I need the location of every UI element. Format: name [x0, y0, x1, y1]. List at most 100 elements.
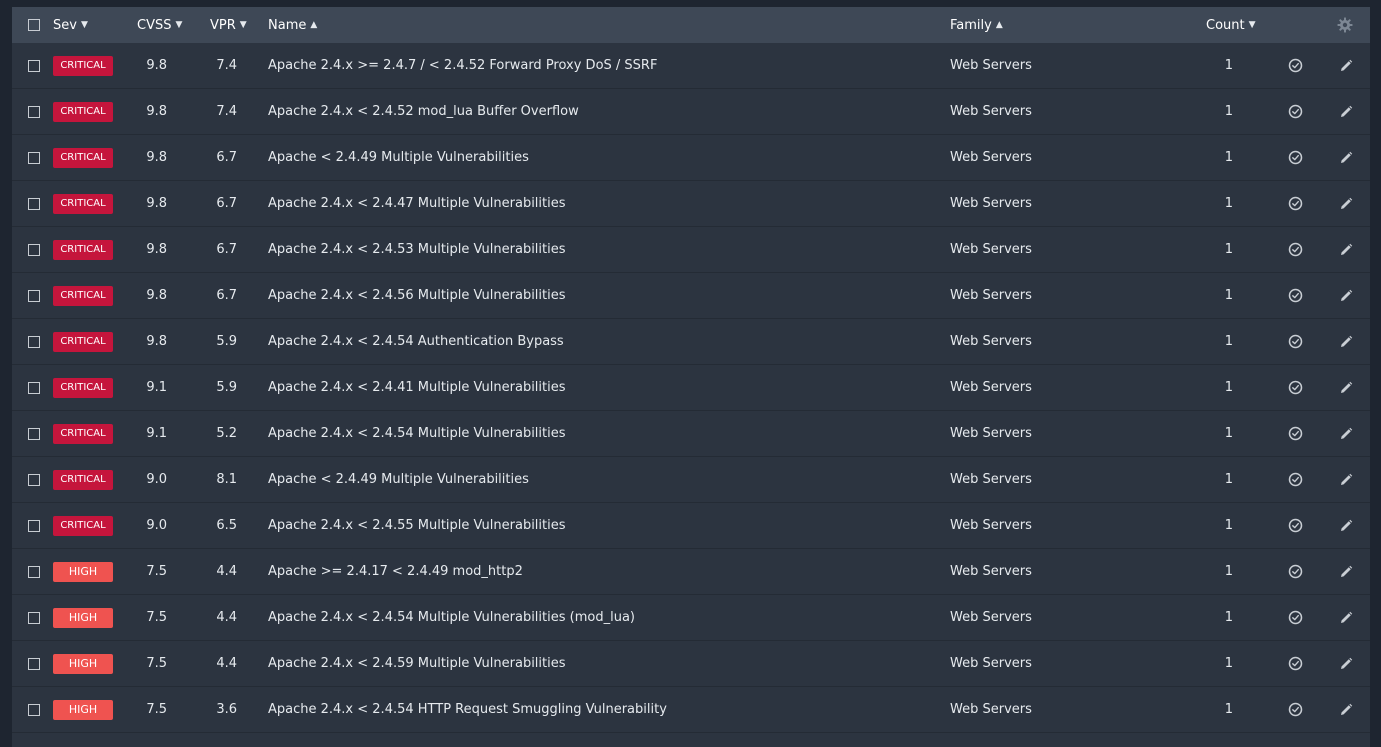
severity-badge: CRITICAL — [53, 285, 113, 306]
table-row[interactable]: HIGH 7.5 3.6 Apache 2.4.x < 2.4.54 HTTP … — [12, 687, 1370, 733]
table-row[interactable]: HIGH 7.5 4.4 Apache 2.4.x < 2.4.59 Multi… — [12, 641, 1370, 687]
row-checkbox-cell[interactable] — [28, 365, 44, 410]
row-checkbox-cell[interactable] — [28, 319, 44, 364]
table-row[interactable]: CRITICAL 9.8 5.9 Apache 2.4.x < 2.4.54 A… — [12, 319, 1370, 365]
pencil-icon[interactable] — [1336, 227, 1356, 272]
pencil-icon[interactable] — [1336, 365, 1356, 410]
instance-count: 1 — [1224, 518, 1233, 533]
table-row[interactable]: CRITICAL 9.8 6.7 Apache 2.4.x < 2.4.47 M… — [12, 181, 1370, 227]
table-row[interactable]: CRITICAL 9.8 6.7 Apache 2.4.x < 2.4.56 M… — [12, 273, 1370, 319]
row-checkbox[interactable] — [28, 59, 40, 72]
gear-icon[interactable] — [1335, 7, 1355, 43]
row-checkbox[interactable] — [28, 565, 40, 578]
plugin-family: Web Servers — [950, 656, 1032, 671]
column-header-vpr-label: VPR — [210, 17, 236, 33]
table-row[interactable]: CRITICAL 9.1 5.2 Apache 2.4.x < 2.4.54 M… — [12, 411, 1370, 457]
table-row[interactable]: HIGH 7.5 4.4 Apache >= 2.4.17 < 2.4.49 m… — [12, 549, 1370, 595]
instance-count: 1 — [1224, 564, 1233, 579]
snooze-clock-icon[interactable] — [1285, 365, 1305, 410]
row-checkbox-cell[interactable] — [28, 549, 44, 594]
row-checkbox[interactable] — [28, 519, 40, 532]
snooze-clock-icon[interactable] — [1285, 319, 1305, 364]
row-checkbox[interactable] — [28, 473, 40, 486]
row-checkbox[interactable] — [28, 197, 40, 210]
column-header-cvss-label: CVSS — [137, 17, 172, 33]
snooze-clock-icon[interactable] — [1285, 43, 1305, 88]
pencil-icon[interactable] — [1336, 457, 1356, 502]
row-checkbox[interactable] — [28, 703, 40, 716]
instance-count: 1 — [1224, 104, 1233, 119]
table-row[interactable]: CRITICAL 9.0 8.1 Apache < 2.4.49 Multipl… — [12, 457, 1370, 503]
table-row[interactable]: CRITICAL 9.1 5.9 Apache 2.4.x < 2.4.41 M… — [12, 365, 1370, 411]
pencil-icon[interactable] — [1336, 503, 1356, 548]
row-checkbox-cell[interactable] — [28, 273, 44, 318]
snooze-clock-icon[interactable] — [1285, 273, 1305, 318]
vpr-score: 3.6 — [216, 702, 237, 717]
snooze-clock-icon[interactable] — [1285, 89, 1305, 134]
column-header-vpr[interactable]: VPR ▼ — [210, 7, 260, 43]
snooze-clock-icon[interactable] — [1285, 687, 1305, 732]
snooze-clock-icon[interactable] — [1285, 457, 1305, 502]
plugin-family: Web Servers — [950, 104, 1032, 119]
vpr-score: 4.4 — [216, 610, 237, 625]
row-checkbox-cell[interactable] — [28, 43, 44, 88]
row-checkbox-cell[interactable] — [28, 89, 44, 134]
instance-count: 1 — [1224, 334, 1233, 349]
plugin-family: Web Servers — [950, 196, 1032, 211]
pencil-icon[interactable] — [1336, 273, 1356, 318]
row-checkbox[interactable] — [28, 381, 40, 394]
column-header-family[interactable]: Family ▲ — [950, 7, 1150, 43]
pencil-icon[interactable] — [1336, 595, 1356, 640]
vpr-score: 4.4 — [216, 656, 237, 671]
snooze-clock-icon[interactable] — [1285, 227, 1305, 272]
row-checkbox-cell[interactable] — [28, 503, 44, 548]
table-row[interactable]: CRITICAL 9.8 6.7 Apache 2.4.x < 2.4.53 M… — [12, 227, 1370, 273]
instance-count: 1 — [1224, 610, 1233, 625]
pencil-icon[interactable] — [1336, 319, 1356, 364]
column-header-count-label: Count — [1206, 17, 1245, 33]
snooze-clock-icon[interactable] — [1285, 503, 1305, 548]
pencil-icon[interactable] — [1336, 43, 1356, 88]
select-all-checkbox-cell[interactable] — [28, 7, 44, 43]
row-checkbox[interactable] — [28, 427, 40, 440]
snooze-clock-icon[interactable] — [1285, 411, 1305, 456]
table-row[interactable]: CRITICAL 9.8 7.4 Apache 2.4.x >= 2.4.7 /… — [12, 43, 1370, 89]
select-all-checkbox[interactable] — [28, 19, 40, 31]
snooze-clock-icon[interactable] — [1285, 641, 1305, 686]
row-checkbox[interactable] — [28, 243, 40, 256]
row-checkbox[interactable] — [28, 335, 40, 348]
pencil-icon[interactable] — [1336, 549, 1356, 594]
snooze-clock-icon[interactable] — [1285, 135, 1305, 180]
row-checkbox-cell[interactable] — [28, 641, 44, 686]
row-checkbox-cell[interactable] — [28, 227, 44, 272]
pencil-icon[interactable] — [1336, 89, 1356, 134]
column-header-name[interactable]: Name ▲ — [268, 7, 928, 43]
snooze-clock-icon[interactable] — [1285, 595, 1305, 640]
severity-badge: CRITICAL — [53, 193, 113, 214]
pencil-icon[interactable] — [1336, 641, 1356, 686]
pencil-icon[interactable] — [1336, 687, 1356, 732]
table-row[interactable]: CRITICAL 9.8 7.4 Apache 2.4.x < 2.4.52 m… — [12, 89, 1370, 135]
snooze-clock-icon[interactable] — [1285, 549, 1305, 594]
table-row[interactable]: HIGH 7.5 4.4 Apache 2.4.x < 2.4.54 Multi… — [12, 595, 1370, 641]
table-row[interactable]: CRITICAL 9.8 6.7 Apache < 2.4.49 Multipl… — [12, 135, 1370, 181]
row-checkbox[interactable] — [28, 657, 40, 670]
row-checkbox[interactable] — [28, 151, 40, 164]
column-header-sev[interactable]: Sev ▼ — [53, 7, 133, 43]
row-checkbox-cell[interactable] — [28, 457, 44, 502]
pencil-icon[interactable] — [1336, 181, 1356, 226]
column-header-cvss[interactable]: CVSS ▼ — [137, 7, 197, 43]
row-checkbox-cell[interactable] — [28, 411, 44, 456]
row-checkbox[interactable] — [28, 105, 40, 118]
row-checkbox-cell[interactable] — [28, 687, 44, 732]
row-checkbox[interactable] — [28, 611, 40, 624]
pencil-icon[interactable] — [1336, 135, 1356, 180]
snooze-clock-icon[interactable] — [1285, 181, 1305, 226]
row-checkbox-cell[interactable] — [28, 135, 44, 180]
pencil-icon[interactable] — [1336, 411, 1356, 456]
row-checkbox[interactable] — [28, 289, 40, 302]
row-checkbox-cell[interactable] — [28, 595, 44, 640]
row-checkbox-cell[interactable] — [28, 181, 44, 226]
table-row[interactable]: CRITICAL 9.0 6.5 Apache 2.4.x < 2.4.55 M… — [12, 503, 1370, 549]
column-header-count[interactable]: Count ▼ — [1206, 7, 1266, 43]
